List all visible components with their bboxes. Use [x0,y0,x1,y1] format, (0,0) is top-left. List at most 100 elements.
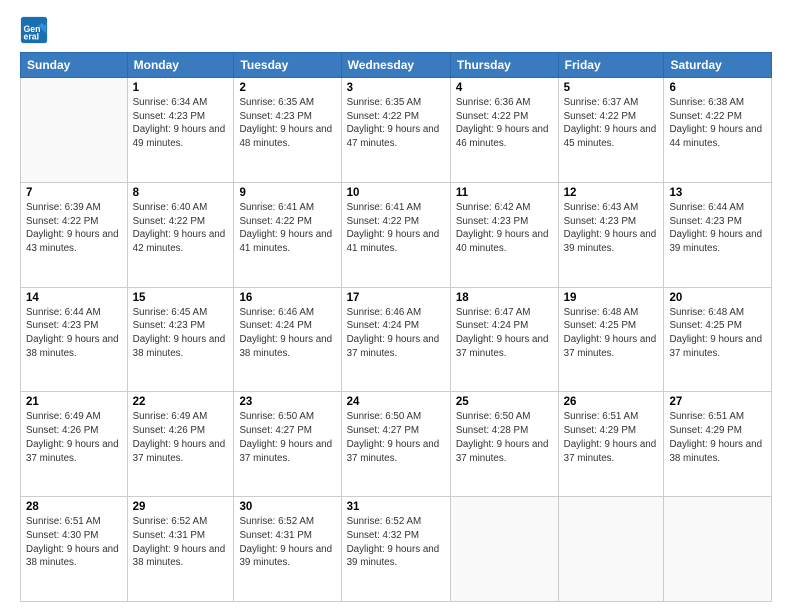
calendar-cell: 13 Sunrise: 6:44 AM Sunset: 4:23 PM Dayl… [664,182,772,287]
daylight: Daylight: 9 hours and 38 minutes. [26,543,122,570]
day-info: Sunrise: 6:52 AM Sunset: 4:31 PM Dayligh… [239,515,335,570]
daylight: Daylight: 9 hours and 37 minutes. [564,333,659,360]
daylight: Daylight: 9 hours and 44 minutes. [669,123,766,150]
sunset: Sunset: 4:23 PM [26,319,122,333]
day-info: Sunrise: 6:39 AM Sunset: 4:22 PM Dayligh… [26,201,122,256]
sunset: Sunset: 4:31 PM [239,529,335,543]
sunrise: Sunrise: 6:44 AM [26,306,122,320]
day-number: 9 [239,187,335,199]
calendar-cell: 3 Sunrise: 6:35 AM Sunset: 4:22 PM Dayli… [341,78,450,183]
sunset: Sunset: 4:22 PM [347,215,445,229]
day-number: 13 [669,187,766,199]
daylight: Daylight: 9 hours and 39 minutes. [239,543,335,570]
day-number: 16 [239,292,335,304]
sunset: Sunset: 4:23 PM [456,215,553,229]
day-info: Sunrise: 6:48 AM Sunset: 4:25 PM Dayligh… [564,306,659,361]
calendar-cell: 31 Sunrise: 6:52 AM Sunset: 4:32 PM Dayl… [341,497,450,602]
calendar-cell: 8 Sunrise: 6:40 AM Sunset: 4:22 PM Dayli… [127,182,234,287]
sunrise: Sunrise: 6:52 AM [239,515,335,529]
calendar-cell: 24 Sunrise: 6:50 AM Sunset: 4:27 PM Dayl… [341,392,450,497]
sunset: Sunset: 4:28 PM [456,424,553,438]
sunset: Sunset: 4:29 PM [564,424,659,438]
sunset: Sunset: 4:23 PM [564,215,659,229]
sunset: Sunset: 4:25 PM [564,319,659,333]
calendar-cell: 27 Sunrise: 6:51 AM Sunset: 4:29 PM Dayl… [664,392,772,497]
calendar-cell: 4 Sunrise: 6:36 AM Sunset: 4:22 PM Dayli… [450,78,558,183]
calendar-cell [450,497,558,602]
sunrise: Sunrise: 6:37 AM [564,96,659,110]
calendar-cell: 19 Sunrise: 6:48 AM Sunset: 4:25 PM Dayl… [558,287,664,392]
daylight: Daylight: 9 hours and 42 minutes. [133,228,229,255]
sunset: Sunset: 4:25 PM [669,319,766,333]
sunset: Sunset: 4:22 PM [239,215,335,229]
day-info: Sunrise: 6:36 AM Sunset: 4:22 PM Dayligh… [456,96,553,151]
sunrise: Sunrise: 6:45 AM [133,306,229,320]
calendar-cell: 23 Sunrise: 6:50 AM Sunset: 4:27 PM Dayl… [234,392,341,497]
daylight: Daylight: 9 hours and 37 minutes. [347,333,445,360]
daylight: Daylight: 9 hours and 37 minutes. [239,438,335,465]
sunrise: Sunrise: 6:35 AM [347,96,445,110]
weekday-header-saturday: Saturday [664,53,772,78]
daylight: Daylight: 9 hours and 48 minutes. [239,123,335,150]
daylight: Daylight: 9 hours and 37 minutes. [456,438,553,465]
calendar-cell [21,78,128,183]
calendar-cell: 16 Sunrise: 6:46 AM Sunset: 4:24 PM Dayl… [234,287,341,392]
calendar-cell [558,497,664,602]
day-info: Sunrise: 6:43 AM Sunset: 4:23 PM Dayligh… [564,201,659,256]
weekday-header-monday: Monday [127,53,234,78]
weekday-header-tuesday: Tuesday [234,53,341,78]
calendar-cell: 22 Sunrise: 6:49 AM Sunset: 4:26 PM Dayl… [127,392,234,497]
daylight: Daylight: 9 hours and 37 minutes. [564,438,659,465]
calendar-cell: 30 Sunrise: 6:52 AM Sunset: 4:31 PM Dayl… [234,497,341,602]
sunset: Sunset: 4:24 PM [456,319,553,333]
sunrise: Sunrise: 6:44 AM [669,201,766,215]
sunrise: Sunrise: 6:52 AM [347,515,445,529]
sunrise: Sunrise: 6:50 AM [239,410,335,424]
day-number: 31 [347,501,445,513]
sunset: Sunset: 4:22 PM [456,110,553,124]
daylight: Daylight: 9 hours and 37 minutes. [133,438,229,465]
calendar-cell: 1 Sunrise: 6:34 AM Sunset: 4:23 PM Dayli… [127,78,234,183]
daylight: Daylight: 9 hours and 45 minutes. [564,123,659,150]
sunrise: Sunrise: 6:51 AM [26,515,122,529]
day-info: Sunrise: 6:35 AM Sunset: 4:23 PM Dayligh… [239,96,335,151]
sunset: Sunset: 4:31 PM [133,529,229,543]
calendar-cell: 18 Sunrise: 6:47 AM Sunset: 4:24 PM Dayl… [450,287,558,392]
daylight: Daylight: 9 hours and 38 minutes. [669,438,766,465]
daylight: Daylight: 9 hours and 46 minutes. [456,123,553,150]
sunset: Sunset: 4:24 PM [239,319,335,333]
sunrise: Sunrise: 6:36 AM [456,96,553,110]
sunrise: Sunrise: 6:40 AM [133,201,229,215]
day-info: Sunrise: 6:51 AM Sunset: 4:30 PM Dayligh… [26,515,122,570]
day-number: 2 [239,82,335,94]
sunrise: Sunrise: 6:52 AM [133,515,229,529]
day-info: Sunrise: 6:48 AM Sunset: 4:25 PM Dayligh… [669,306,766,361]
sunrise: Sunrise: 6:34 AM [133,96,229,110]
sunset: Sunset: 4:23 PM [133,110,229,124]
day-number: 18 [456,292,553,304]
day-number: 29 [133,501,229,513]
sunrise: Sunrise: 6:41 AM [239,201,335,215]
calendar-cell: 10 Sunrise: 6:41 AM Sunset: 4:22 PM Dayl… [341,182,450,287]
day-number: 26 [564,396,659,408]
calendar-cell: 25 Sunrise: 6:50 AM Sunset: 4:28 PM Dayl… [450,392,558,497]
calendar-cell: 12 Sunrise: 6:43 AM Sunset: 4:23 PM Dayl… [558,182,664,287]
day-info: Sunrise: 6:38 AM Sunset: 4:22 PM Dayligh… [669,96,766,151]
sunrise: Sunrise: 6:51 AM [669,410,766,424]
weekday-header-sunday: Sunday [21,53,128,78]
calendar-cell: 21 Sunrise: 6:49 AM Sunset: 4:26 PM Dayl… [21,392,128,497]
daylight: Daylight: 9 hours and 38 minutes. [239,333,335,360]
logo-icon: Gen eral [20,16,48,44]
sunset: Sunset: 4:24 PM [347,319,445,333]
day-info: Sunrise: 6:41 AM Sunset: 4:22 PM Dayligh… [347,201,445,256]
weekday-header-friday: Friday [558,53,664,78]
calendar-week-row: 21 Sunrise: 6:49 AM Sunset: 4:26 PM Dayl… [21,392,772,497]
sunset: Sunset: 4:22 PM [347,110,445,124]
day-info: Sunrise: 6:34 AM Sunset: 4:23 PM Dayligh… [133,96,229,151]
sunrise: Sunrise: 6:42 AM [456,201,553,215]
sunrise: Sunrise: 6:48 AM [564,306,659,320]
header: Gen eral [20,16,772,44]
sunset: Sunset: 4:22 PM [669,110,766,124]
calendar-cell [664,497,772,602]
sunrise: Sunrise: 6:49 AM [26,410,122,424]
